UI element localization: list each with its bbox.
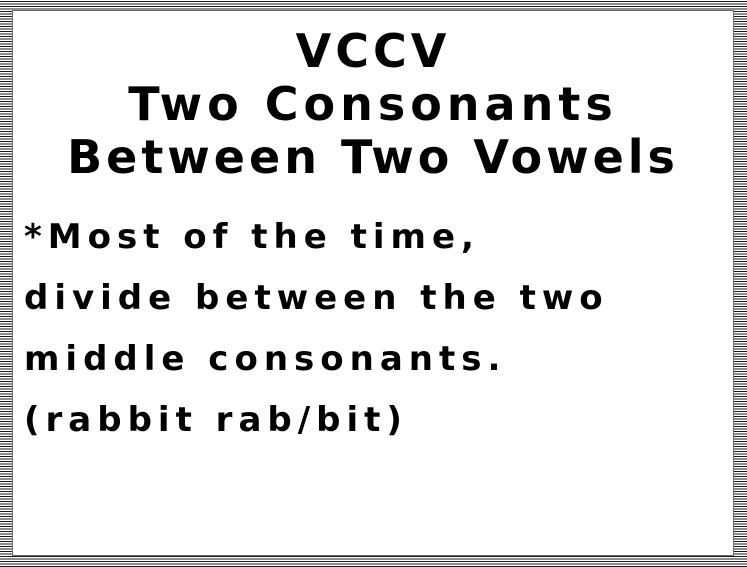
rule-text-line-1: *Most of the time, bbox=[24, 217, 480, 257]
heading-line-1: VCCV bbox=[295, 24, 451, 78]
heading-line-3: Between Two Vowels bbox=[67, 130, 679, 184]
example-text: (rabbit rab/bit) bbox=[24, 400, 408, 440]
rule-text-line-2: divide between the two bbox=[24, 278, 609, 318]
heading-line-2: Two Consonants bbox=[128, 77, 618, 131]
slide-card: VCCV Two Consonants Between Two Vowels *… bbox=[12, 10, 734, 556]
rule-text-line-3: middle consonants. bbox=[24, 339, 507, 379]
hatched-border-frame: VCCV Two Consonants Between Two Vowels *… bbox=[0, 0, 747, 567]
